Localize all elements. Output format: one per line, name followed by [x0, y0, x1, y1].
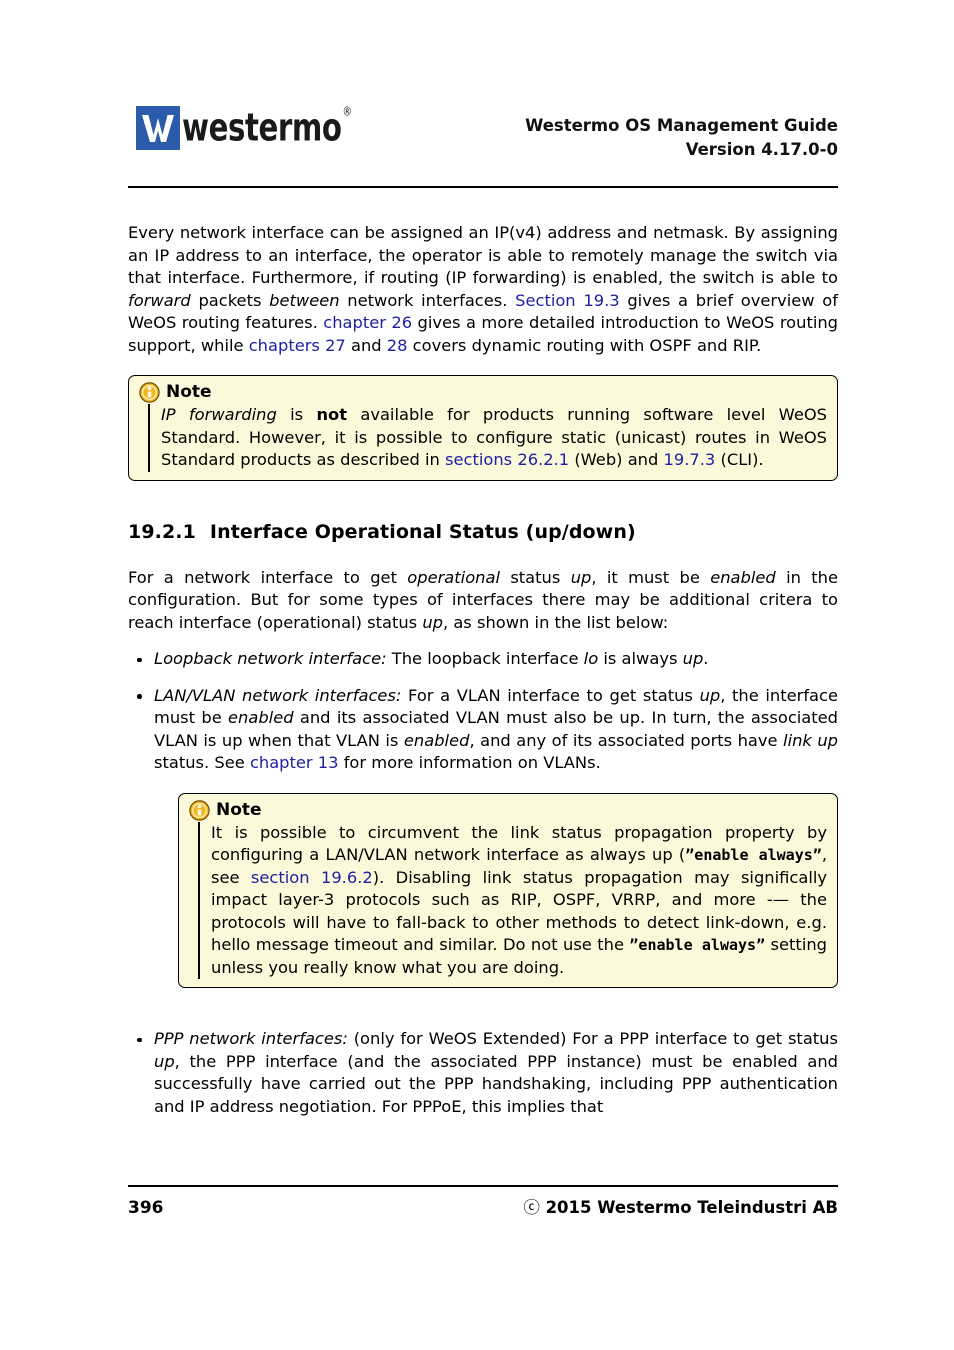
page-content: Every network interface can be assigned …: [128, 222, 838, 1118]
footer-divider: [128, 1185, 838, 1187]
intro-emph-forward: forward: [128, 290, 191, 310]
link-chapter-28[interactable]: 28: [387, 336, 408, 355]
bullet3-text-1: (only for WeOS Extended) For a PPP inter…: [347, 1029, 838, 1048]
note-title: Note: [166, 382, 212, 402]
interface-type-list-2: LAN/VLAN network interfaces: For a VLAN …: [128, 685, 838, 775]
note-header-2: Note: [189, 799, 827, 821]
note-title-2: Note: [216, 799, 262, 820]
note1-text-1: is: [276, 405, 317, 424]
bullet1-emph-up: up: [682, 649, 704, 668]
para2-emph-enabled: enabled: [710, 567, 776, 587]
bullet2-emph-enabled-2: enabled: [403, 730, 470, 750]
list-item-ppp: PPP network interfaces: (only for WeOS E…: [128, 1028, 838, 1118]
para2-text-3: , it must be: [591, 567, 711, 587]
link-chapters-27[interactable]: chapters 27: [249, 336, 346, 355]
bullet1-text-1: The loopback interface: [386, 649, 584, 668]
bullet2-text-4: , and any of its associated ports have: [469, 730, 784, 750]
bullet2-lead: LAN/VLAN network interfaces:: [154, 685, 402, 705]
page-header: westermo® Westermo OS Management Guide V…: [128, 98, 838, 166]
note1-bold-not: not: [316, 405, 348, 424]
note-body-2: It is possible to circumvent the link st…: [198, 821, 827, 980]
list-item-lan-vlan: LAN/VLAN network interfaces: For a VLAN …: [128, 685, 838, 775]
note1-emph-ip-forwarding: IP forwarding: [161, 405, 277, 424]
intro-text-6: and: [345, 335, 387, 355]
intro-emph-between: between: [269, 290, 340, 310]
bullet2-emph-enabled: enabled: [228, 708, 294, 727]
bullet3-text-2: , the PPP interface (and the associated …: [154, 1051, 838, 1116]
bullet2-text-6: for more information on VLANs.: [338, 753, 601, 772]
document-page: westermo® Westermo OS Management Guide V…: [128, 0, 838, 1350]
page-number: 396: [128, 1198, 164, 1218]
note1-text: IP forwarding is not available for produ…: [161, 404, 827, 472]
section-title: Interface Operational Status (up/down): [209, 520, 636, 543]
westermo-logo: westermo®: [136, 105, 378, 150]
bullet1-text-3: .: [703, 649, 709, 668]
intro-text-1: Every network interface can be assigned …: [128, 223, 838, 287]
copyright-notice: ⓒ 2015 Westermo Teleindustri AB: [523, 1194, 838, 1218]
intro-text-2: packets: [190, 290, 270, 310]
document-version: Version 4.17.0-0: [685, 139, 838, 159]
para2-text-1: For a network interface to get: [128, 567, 408, 587]
bullet2-text-5: status. See: [154, 753, 250, 772]
bullet3-emph-up: up: [154, 1051, 175, 1071]
para2-emph-operational: operational: [407, 567, 500, 587]
para2-text-2: status: [499, 567, 571, 587]
bullet2-text-1: For a VLAN interface to get status: [401, 685, 700, 705]
note2-code-enable-always-2: ”enable always”: [629, 936, 766, 954]
intro-text-3: network interfaces.: [339, 290, 516, 310]
bullet1-emph-lo: lo: [583, 649, 599, 668]
para2-emph-up-2: up: [422, 612, 443, 632]
copyright-text: 2015 Westermo Teleindustri AB: [545, 1198, 838, 1217]
link-section-19-3[interactable]: Section 19.3: [515, 291, 619, 310]
bullet2-emph-up: up: [699, 685, 721, 705]
note-box-ip-forwarding: Note IP forwarding is not available for …: [128, 375, 838, 481]
document-title: Westermo OS Management Guide: [525, 116, 838, 135]
bullet3-lead: PPP network interfaces:: [154, 1029, 348, 1048]
intro-paragraph: Every network interface can be assigned …: [128, 222, 838, 357]
bullet1-text-2: is always: [598, 649, 683, 668]
bullet2-emph-link-up: link up: [783, 730, 838, 750]
note-box-enable-always: Note It is possible to circumvent the li…: [178, 792, 838, 988]
note2-text: It is possible to circumvent the link st…: [211, 822, 827, 980]
note-body: IP forwarding is not available for produ…: [148, 404, 827, 472]
info-icon: [189, 799, 210, 821]
interface-type-list: Loopback network interface: The loopback…: [128, 648, 838, 671]
page-footer: 396 ⓒ 2015 Westermo Teleindustri AB: [128, 1194, 838, 1218]
link-section-19-7-3[interactable]: 19.7.3: [664, 450, 716, 469]
header-divider: [128, 186, 838, 188]
link-section-19-6-2[interactable]: section 19.6.2: [251, 868, 373, 887]
document-title-block: Westermo OS Management Guide Version 4.1…: [525, 114, 838, 162]
note2-code-enable-always-1: ”enable always”: [685, 846, 822, 864]
westermo-w-mark-icon: [136, 106, 180, 150]
info-icon: [139, 382, 160, 403]
bullet1-lead: Loopback network interface:: [154, 649, 387, 668]
intro-text-7: covers dynamic routing with OSPF and RIP…: [407, 335, 762, 355]
link-chapter-13[interactable]: chapter 13: [250, 753, 339, 772]
note1-text-4: (CLI).: [715, 450, 764, 469]
section-heading: 19.2.1 Interface Operational Status (up/d…: [128, 521, 838, 543]
para2-text-5: , as shown in the list below:: [442, 612, 669, 632]
copyright-icon: ⓒ: [523, 1198, 540, 1217]
list-item-loopback: Loopback network interface: The loopback…: [128, 648, 838, 671]
note-header: Note: [139, 382, 827, 403]
link-sections-26-2-1[interactable]: sections 26.2.1: [445, 450, 569, 469]
westermo-wordmark: westermo®: [182, 105, 352, 147]
logo-word-text: westermo: [182, 105, 342, 151]
link-chapter-26[interactable]: chapter 26: [323, 313, 412, 332]
paragraph-operational-status: For a network interface to get operation…: [128, 567, 838, 635]
interface-type-list-3: PPP network interfaces: (only for WeOS E…: [128, 1028, 838, 1118]
section-number: 19.2.1: [128, 520, 196, 543]
note1-text-3: (Web) and: [569, 450, 664, 469]
registered-trademark-icon: ®: [342, 104, 352, 119]
para2-emph-up: up: [570, 567, 592, 587]
